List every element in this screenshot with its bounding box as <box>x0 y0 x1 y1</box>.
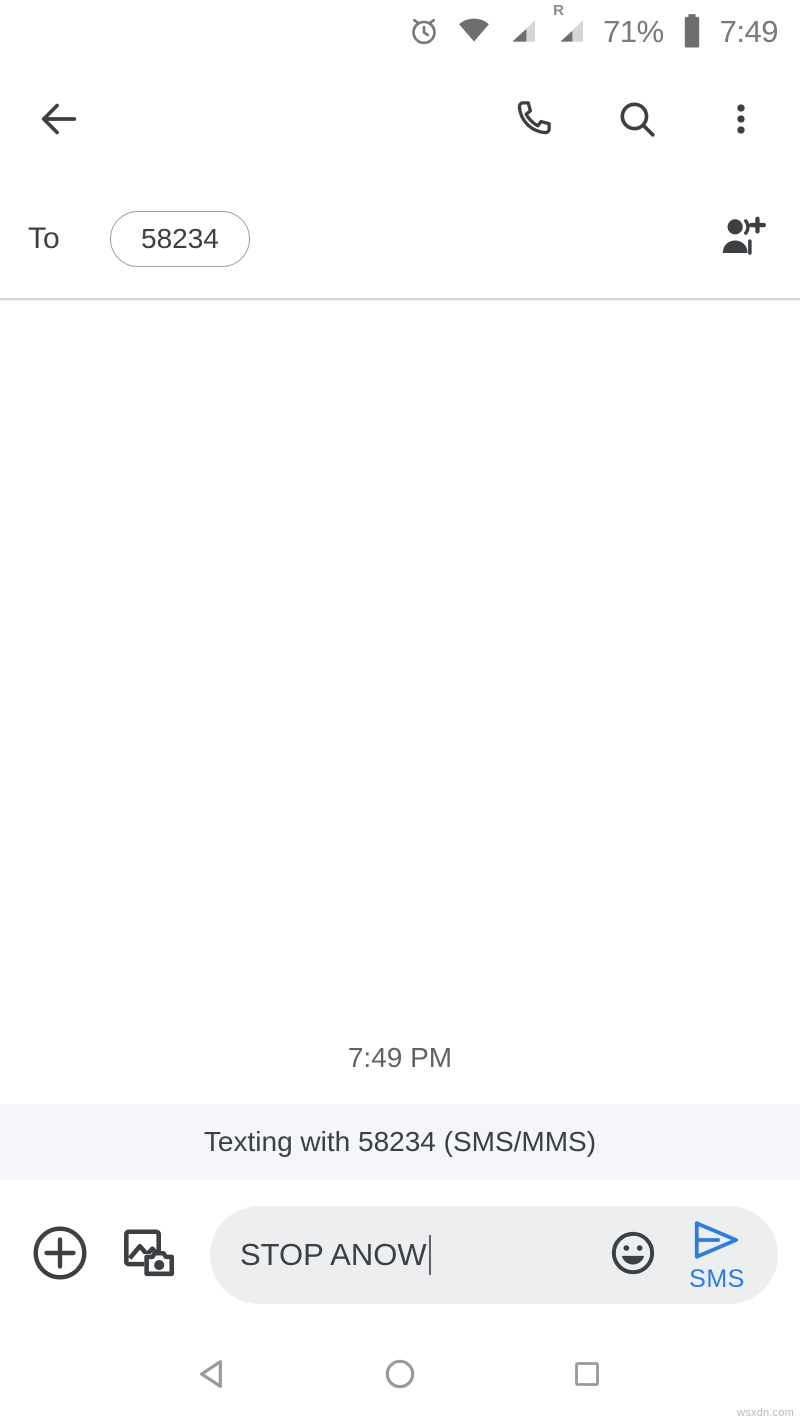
android-nav-bar <box>0 1330 800 1422</box>
add-person-icon <box>715 211 767 268</box>
emoji-button[interactable] <box>602 1224 664 1286</box>
attach-button[interactable] <box>22 1217 98 1293</box>
alarm-icon <box>407 14 441 48</box>
phone-icon <box>511 97 555 146</box>
to-label: To <box>28 222 60 255</box>
messaging-app-screen: R 71% 7:49 To 58234 7:49 PM Texting with… <box>0 0 800 1422</box>
battery-percent-label: 71% <box>603 13 664 49</box>
signal-icon <box>507 15 539 47</box>
nav-home-circle-icon <box>380 1354 420 1399</box>
send-plane-icon <box>691 1219 743 1266</box>
conversation-area[interactable]: 7:49 PM <box>0 301 800 1104</box>
recipient-chip[interactable]: 58234 <box>110 211 250 267</box>
battery-icon <box>680 13 704 49</box>
app-bar-actions <box>502 90 772 152</box>
media-attach-button[interactable] <box>112 1217 188 1293</box>
call-button[interactable] <box>502 90 564 152</box>
nav-home-button[interactable] <box>365 1341 435 1411</box>
overflow-menu-button[interactable] <box>710 90 772 152</box>
message-input-pill[interactable]: STOP ANOW SMS <box>210 1206 778 1304</box>
text-cursor <box>428 1235 431 1275</box>
status-bar: R 71% 7:49 <box>0 0 800 62</box>
search-button[interactable] <box>606 90 668 152</box>
message-timestamp: 7:49 PM <box>347 1042 453 1073</box>
more-vert-icon <box>721 99 761 144</box>
gallery-camera-icon <box>121 1224 179 1287</box>
nav-back-button[interactable] <box>178 1341 248 1411</box>
back-arrow-icon <box>36 96 82 147</box>
signal-roaming-icon: R <box>553 2 587 47</box>
send-button-label: SMS <box>689 1264 745 1293</box>
app-bar <box>0 62 800 180</box>
nav-recents-button[interactable] <box>552 1341 622 1411</box>
nav-back-triangle-icon <box>193 1354 233 1399</box>
roaming-label: R <box>553 2 564 19</box>
sms-status-banner: Texting with 58234 (SMS/MMS) <box>0 1104 800 1180</box>
search-icon <box>615 97 659 146</box>
status-clock: 7:49 <box>719 13 779 49</box>
back-button[interactable] <box>28 90 90 152</box>
add-contact-button[interactable] <box>710 208 772 270</box>
wifi-icon <box>457 14 491 48</box>
message-input-field[interactable]: STOP ANOW <box>240 1235 592 1275</box>
nav-recents-square-icon <box>569 1356 605 1397</box>
compose-bar: STOP ANOW SMS <box>0 1180 800 1330</box>
emoji-smile-icon <box>608 1228 658 1283</box>
send-button[interactable]: SMS <box>674 1219 760 1292</box>
watermark: wsxdn.com <box>737 1407 794 1419</box>
message-input-value: STOP ANOW <box>240 1237 427 1272</box>
plus-circle-icon <box>29 1222 91 1289</box>
recipient-row: To 58234 <box>0 180 800 298</box>
